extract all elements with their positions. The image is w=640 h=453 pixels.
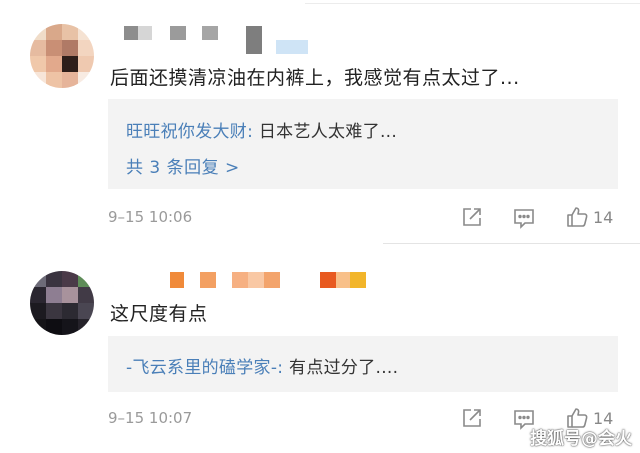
reply-separator: : <box>247 122 259 142</box>
comment-divider <box>383 243 640 244</box>
reply-line: -飞云系里的磕学家-: 有点过分了.... <box>126 353 398 378</box>
username-pixelated[interactable] <box>170 272 366 288</box>
comment-item: 后面还摸清凉油在内裤上，我感觉有点太过了... 旺旺祝你发大财: 日本艺人太难了… <box>0 0 640 245</box>
reply-text: 日本艺人太难了... <box>258 122 398 142</box>
timestamp: 9–15 10:07 <box>108 409 193 427</box>
like-button[interactable]: 14 <box>565 205 613 229</box>
username-pixelated[interactable] <box>124 26 308 56</box>
reply-preview[interactable]: -飞云系里的磕学家-: 有点过分了.... <box>108 336 618 392</box>
reply-author[interactable]: -飞云系里的磕学家- <box>126 358 277 378</box>
avatar[interactable] <box>30 271 94 335</box>
timestamp: 9–15 10:06 <box>108 208 193 226</box>
reply-text: 有点过分了.... <box>289 358 399 378</box>
share-button[interactable] <box>461 407 483 429</box>
share-icon <box>463 409 481 427</box>
reply-separator: : <box>277 358 290 378</box>
reply-line: 旺旺祝你发大财: 日本艺人太难了... <box>126 117 397 142</box>
comment-text: 后面还摸清凉油在内裤上，我感觉有点太过了... <box>110 67 520 89</box>
like-icon <box>567 207 588 227</box>
share-icon <box>463 208 481 226</box>
comment-icon <box>514 209 534 229</box>
like-count: 14 <box>593 207 614 227</box>
share-button[interactable] <box>461 206 483 228</box>
comment-text: 这尺度有点 <box>110 303 208 325</box>
view-all-replies-link[interactable]: 共 3 条回复 > <box>126 153 240 178</box>
reply-author[interactable]: 旺旺祝你发大财 <box>126 122 247 142</box>
avatar[interactable] <box>30 24 94 88</box>
reply-button[interactable] <box>513 207 535 229</box>
reply-preview[interactable]: 旺旺祝你发大财: 日本艺人太难了... 共 3 条回复 > <box>108 99 618 189</box>
watermark: 搜狐号@会火 <box>530 429 632 449</box>
comment-item: 这尺度有点 -飞云系里的磕学家-: 有点过分了.... 9–15 10:07 1… <box>0 246 640 453</box>
